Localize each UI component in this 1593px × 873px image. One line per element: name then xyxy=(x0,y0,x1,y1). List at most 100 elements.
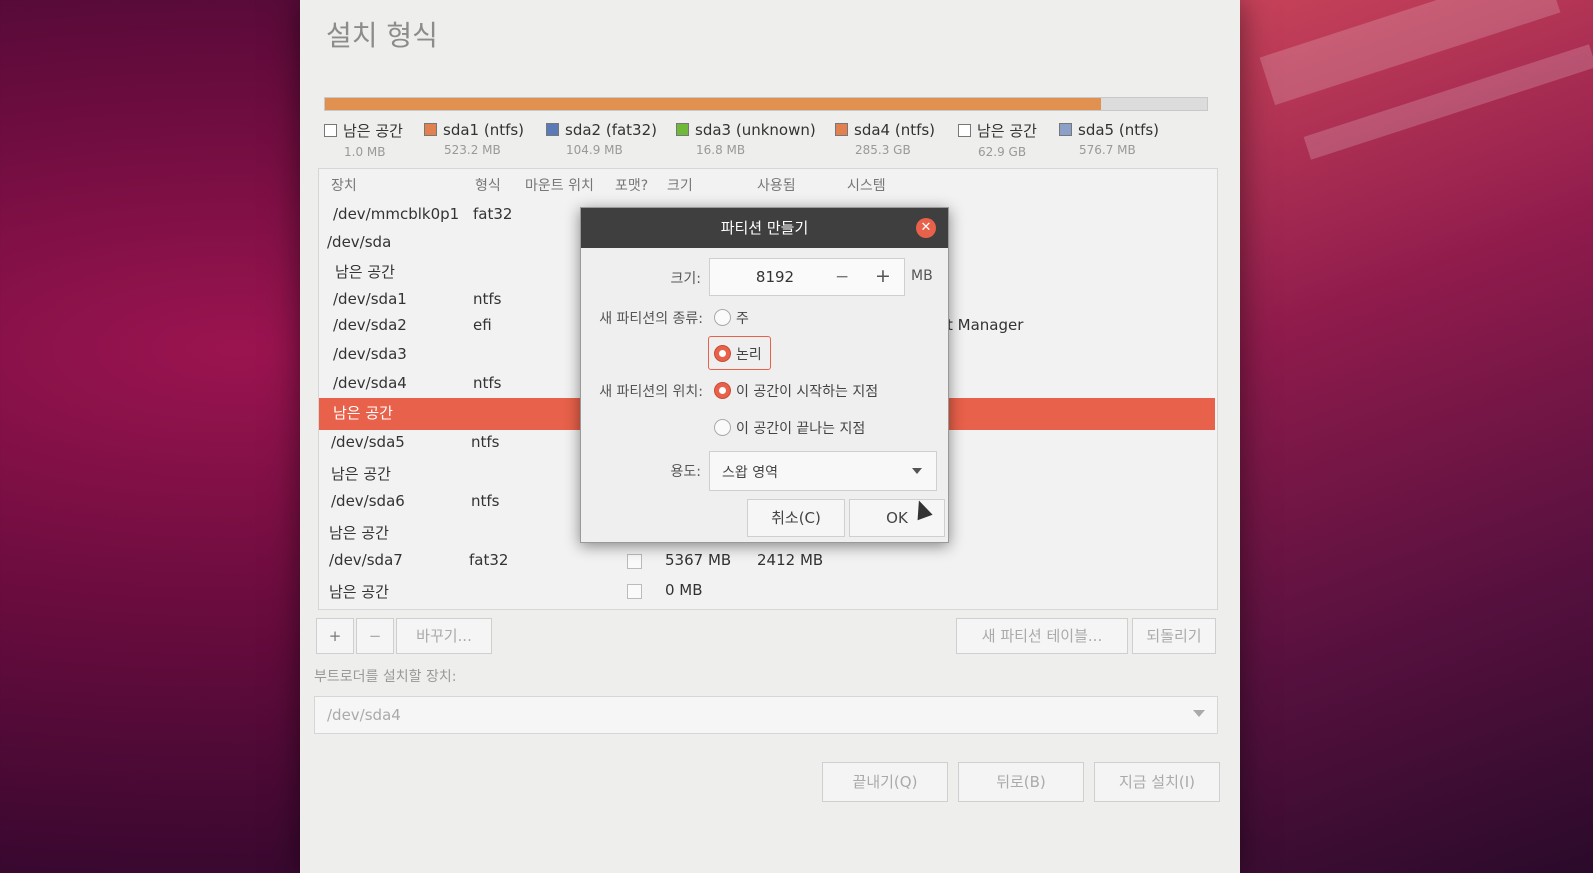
cell-type: ntfs xyxy=(473,290,502,308)
primary-radio[interactable] xyxy=(714,309,731,326)
logical-radio[interactable] xyxy=(714,345,731,362)
use-as-select[interactable]: 스왑 영역 xyxy=(709,451,937,491)
legend-name: 남은 공간 xyxy=(977,122,1037,140)
legend-swatch xyxy=(1059,123,1072,136)
quit-button[interactable]: 끝내기(Q) xyxy=(822,762,948,802)
cell-type: ntfs xyxy=(471,433,500,451)
close-icon[interactable]: ✕ xyxy=(916,218,936,238)
cell-type: ntfs xyxy=(473,374,502,392)
dialog-title: 파티션 만들기 xyxy=(581,208,948,248)
disk-usage-bar xyxy=(324,97,1208,111)
legend-name: sda3 (unknown) xyxy=(695,121,816,139)
table-row[interactable]: 남은 공간 0 MB xyxy=(319,577,1215,607)
table-row[interactable]: /dev/sda7 fat32 5367 MB 2412 MB xyxy=(319,547,1215,577)
legend-swatch xyxy=(676,123,689,136)
primary-radio-label[interactable]: 주 xyxy=(736,308,749,328)
legend-item: sda1 (ntfs) 523.2 MB xyxy=(424,120,524,157)
cell-system: t Manager xyxy=(947,316,1024,334)
revert-button[interactable]: 되돌리기 xyxy=(1132,618,1216,654)
cell-device: 남은 공간 xyxy=(329,583,389,601)
use-as-value: 스왑 영역 xyxy=(722,465,778,481)
legend-name: sda5 (ntfs) xyxy=(1078,121,1160,139)
cell-used: 2412 MB xyxy=(757,551,824,569)
legend-size: 62.9 GB xyxy=(978,145,1027,159)
legend-item: sda3 (unknown) 16.8 MB xyxy=(676,120,816,157)
legend-item: sda4 (ntfs) 285.3 GB xyxy=(835,120,935,157)
bootloader-label: 부트로더를 설치할 장치: xyxy=(314,669,457,685)
legend-item: 남은 공간 62.9 GB xyxy=(958,120,1037,159)
legend-name: sda4 (ntfs) xyxy=(854,121,936,139)
cell-size: 0 MB xyxy=(665,581,703,599)
size-input[interactable]: 8192 xyxy=(730,268,820,286)
cell-device: /dev/sda4 xyxy=(333,374,407,392)
partition-type-label: 새 파티션의 종류: xyxy=(599,311,703,327)
size-stepper[interactable]: 8192 − + xyxy=(709,258,905,296)
legend-name: 남은 공간 xyxy=(343,122,403,140)
cell-device: 남은 공간 xyxy=(333,404,393,422)
legend-item: 남은 공간 1.0 MB xyxy=(324,120,403,159)
window-title: 설치 형식 xyxy=(326,19,438,52)
legend-size: 523.2 MB xyxy=(444,143,501,157)
legend-size: 16.8 MB xyxy=(696,143,746,157)
column-header-device[interactable]: 장치 xyxy=(331,175,357,195)
legend-swatch xyxy=(835,123,848,136)
legend-item: sda5 (ntfs) 576.7 MB xyxy=(1059,120,1159,157)
legend-item: sda2 (fat32) 104.9 MB xyxy=(546,120,657,157)
desktop-wallpaper xyxy=(1230,0,1593,873)
cell-type: fat32 xyxy=(469,551,509,569)
logical-radio-label[interactable]: 논리 xyxy=(736,344,762,364)
location-end-label[interactable]: 이 공간이 끝나는 지점 xyxy=(736,418,865,438)
change-partition-button[interactable]: 바꾸기... xyxy=(396,618,492,654)
cell-type: fat32 xyxy=(473,205,513,223)
column-header-mount[interactable]: 마운트 위치 xyxy=(525,175,594,195)
new-partition-table-button[interactable]: 새 파티션 테이블... xyxy=(956,618,1128,654)
bootloader-device-select[interactable]: /dev/sda4 xyxy=(314,696,1218,734)
legend-size: 285.3 GB xyxy=(855,143,911,157)
back-button[interactable]: 뒤로(B) xyxy=(958,762,1084,802)
use-as-label: 용도: xyxy=(670,464,701,480)
format-checkbox[interactable] xyxy=(627,554,642,569)
cell-size: 5367 MB xyxy=(665,551,732,569)
ok-button[interactable]: OK xyxy=(849,499,945,537)
cancel-button[interactable]: 취소(C) xyxy=(747,499,845,537)
cell-type: efi xyxy=(473,316,492,334)
partition-location-label: 새 파티션의 위치: xyxy=(599,384,703,400)
format-checkbox[interactable] xyxy=(627,584,642,599)
legend-size: 1.0 MB xyxy=(344,145,386,159)
location-end-radio[interactable] xyxy=(714,419,731,436)
install-now-button[interactable]: 지금 설치(I) xyxy=(1094,762,1220,802)
add-partition-button[interactable]: + xyxy=(316,618,354,654)
size-unit: MB xyxy=(911,268,933,284)
cell-device: 남은 공간 xyxy=(329,524,389,542)
legend-swatch xyxy=(424,123,437,136)
cell-device: /dev/mmcblk0p1 xyxy=(333,205,460,223)
column-header-size[interactable]: 크기 xyxy=(667,175,693,195)
cell-device: /dev/sda5 xyxy=(331,433,405,451)
chevron-down-icon xyxy=(912,468,922,474)
column-header-type[interactable]: 형식 xyxy=(475,175,501,195)
cell-device: /dev/sda1 xyxy=(333,290,407,308)
legend-swatch xyxy=(324,124,337,137)
partition-legend: 남은 공간 1.0 MB sda1 (ntfs) 523.2 MB sda2 (… xyxy=(324,120,1214,164)
cell-device: 남은 공간 xyxy=(335,263,395,281)
legend-name: sda1 (ntfs) xyxy=(443,121,525,139)
decrement-button[interactable]: − xyxy=(835,267,849,287)
column-header-system[interactable]: 시스템 xyxy=(847,175,886,195)
bootloader-device-value: /dev/sda4 xyxy=(327,706,401,724)
column-header-used[interactable]: 사용됨 xyxy=(757,175,796,195)
location-start-label[interactable]: 이 공간이 시작하는 지점 xyxy=(736,381,878,401)
legend-name: sda2 (fat32) xyxy=(565,121,657,139)
legend-swatch xyxy=(546,123,559,136)
cell-device: /dev/sda xyxy=(327,233,392,251)
cell-device: /dev/sda7 xyxy=(329,551,403,569)
cell-device: /dev/sda6 xyxy=(331,492,405,510)
cell-type: ntfs xyxy=(471,492,500,510)
cell-device: /dev/sda2 xyxy=(333,316,407,334)
legend-swatch xyxy=(958,124,971,137)
legend-size: 104.9 MB xyxy=(566,143,623,157)
column-header-format[interactable]: 포맷? xyxy=(615,175,648,195)
size-label: 크기: xyxy=(670,271,701,287)
remove-partition-button[interactable]: − xyxy=(356,618,394,654)
location-start-radio[interactable] xyxy=(714,382,731,399)
increment-button[interactable]: + xyxy=(875,265,891,287)
